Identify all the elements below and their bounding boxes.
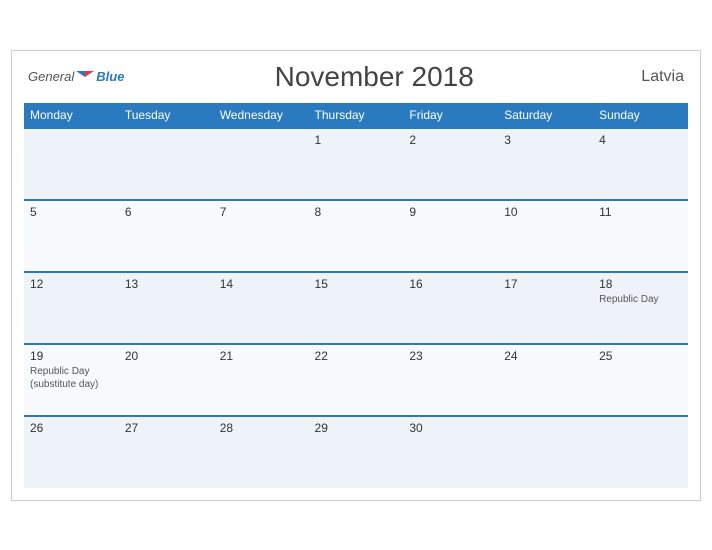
day-number: 19 — [30, 349, 113, 363]
calendar-cell: 1 — [309, 128, 404, 200]
calendar-week-row: 12 13 14 15 16 17 18 Republic Day — [24, 272, 688, 344]
calendar-cell: 23 — [403, 344, 498, 416]
calendar-cell: 24 — [498, 344, 593, 416]
day-number: 9 — [409, 205, 492, 219]
calendar-cell: 22 — [309, 344, 404, 416]
day-number: 12 — [30, 277, 113, 291]
calendar-week-row: 26 27 28 29 30 — [24, 416, 688, 488]
calendar-cell — [498, 416, 593, 488]
day-number: 15 — [315, 277, 398, 291]
day-number: 24 — [504, 349, 587, 363]
calendar-week-row: 19 Republic Day (substitute day) 20 21 22 23 2… — [24, 344, 688, 416]
calendar-cell: 4 — [593, 128, 688, 200]
calendar-cell: 7 — [214, 200, 309, 272]
calendar-cell — [24, 128, 119, 200]
day-number: 2 — [409, 133, 492, 147]
calendar-cell: 13 — [119, 272, 214, 344]
calendar-cell: 6 — [119, 200, 214, 272]
weekday-header: Monday — [24, 103, 119, 128]
day-number: 5 — [30, 205, 113, 219]
day-number: 26 — [30, 421, 113, 435]
calendar-cell: 9 — [403, 200, 498, 272]
calendar-cell: 8 — [309, 200, 404, 272]
calendar-cell — [119, 128, 214, 200]
logo-general: General — [28, 69, 74, 84]
day-number: 13 — [125, 277, 208, 291]
calendar-cell: 2 — [403, 128, 498, 200]
calendar-cell: 25 — [593, 344, 688, 416]
weekday-header: Tuesday — [119, 103, 214, 128]
weekday-header: Thursday — [309, 103, 404, 128]
weekday-header: Wednesday — [214, 103, 309, 128]
weekday-header: Sunday — [593, 103, 688, 128]
calendar-cell: 29 — [309, 416, 404, 488]
calendar-cell: 3 — [498, 128, 593, 200]
logo-blue: Blue — [96, 69, 124, 84]
calendar-cell: 20 — [119, 344, 214, 416]
day-number: 30 — [409, 421, 492, 435]
calendar-cell: 12 — [24, 272, 119, 344]
day-number: 6 — [125, 205, 208, 219]
calendar-header: General Blue November 2018 Latvia — [24, 61, 688, 93]
day-number: 22 — [315, 349, 398, 363]
day-number: 27 — [125, 421, 208, 435]
day-number: 16 — [409, 277, 492, 291]
day-number: 4 — [599, 133, 682, 147]
calendar-cell — [593, 416, 688, 488]
calendar-cell: 19 Republic Day (substitute day) — [24, 344, 119, 416]
day-number: 10 — [504, 205, 587, 219]
calendar-cell: 5 — [24, 200, 119, 272]
calendar-cell: 27 — [119, 416, 214, 488]
weekday-header: Friday — [403, 103, 498, 128]
day-number: 28 — [220, 421, 303, 435]
calendar-week-row: 56789 10 11 — [24, 200, 688, 272]
calendar-cell: 26 — [24, 416, 119, 488]
holiday-name: Republic Day (substitute day) — [30, 365, 113, 391]
calendar-cell: 28 — [214, 416, 309, 488]
calendar-header-row: MondayTuesdayWednesdayThursdayFridaySatu… — [24, 103, 688, 128]
calendar-grid: MondayTuesdayWednesdayThursdayFridaySatu… — [24, 103, 688, 488]
day-number: 3 — [504, 133, 587, 147]
day-number: 18 — [599, 277, 682, 291]
calendar-cell: 16 — [403, 272, 498, 344]
day-number: 20 — [125, 349, 208, 363]
calendar-cell: 17 — [498, 272, 593, 344]
calendar-container: General Blue November 2018 Latvia Monday… — [11, 50, 701, 501]
calendar-cell: 21 — [214, 344, 309, 416]
day-number: 1 — [315, 133, 398, 147]
holiday-name: Republic Day — [599, 293, 682, 306]
day-number: 23 — [409, 349, 492, 363]
calendar-cell: 10 — [498, 200, 593, 272]
day-number: 11 — [599, 205, 682, 219]
day-number: 7 — [220, 205, 303, 219]
calendar-cell: 30 — [403, 416, 498, 488]
day-number: 29 — [315, 421, 398, 435]
calendar-cell: 11 — [593, 200, 688, 272]
day-number: 21 — [220, 349, 303, 363]
day-number: 14 — [220, 277, 303, 291]
calendar-title: November 2018 — [124, 61, 624, 93]
calendar-cell: 14 — [214, 272, 309, 344]
logo: General Blue — [28, 69, 124, 84]
calendar-cell — [214, 128, 309, 200]
day-number: 25 — [599, 349, 682, 363]
day-number: 17 — [504, 277, 587, 291]
day-number: 8 — [315, 205, 398, 219]
calendar-week-row: 1234 — [24, 128, 688, 200]
calendar-cell: 15 — [309, 272, 404, 344]
logo-flag-icon — [76, 70, 94, 84]
country-name: Latvia — [624, 68, 684, 86]
weekday-header: Saturday — [498, 103, 593, 128]
calendar-cell: 18 Republic Day — [593, 272, 688, 344]
